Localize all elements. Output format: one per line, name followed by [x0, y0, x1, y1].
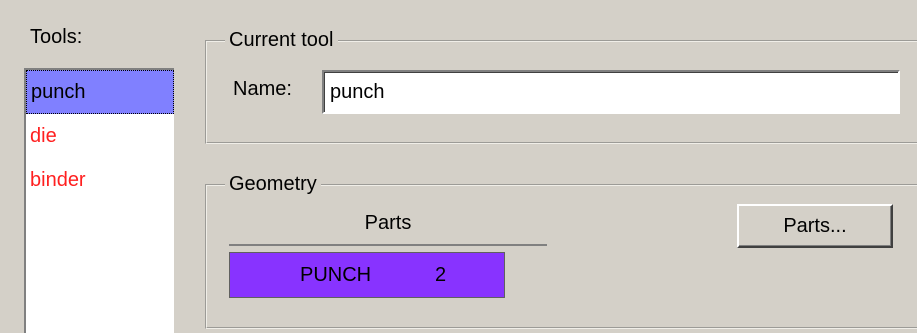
tools-item-binder[interactable]: binder	[26, 158, 174, 202]
tools-item-die[interactable]: die	[26, 114, 174, 158]
parts-button[interactable]: Parts...	[737, 204, 893, 248]
name-label: Name:	[233, 78, 292, 100]
tools-list[interactable]: punch die binder	[24, 68, 174, 333]
parts-row[interactable]: PUNCH 2	[229, 252, 505, 298]
tool-dialog: Tools: punch die binder Current tool Nam…	[0, 0, 917, 333]
geometry-title: Geometry	[225, 173, 321, 196]
tools-item-punch[interactable]: punch	[26, 70, 174, 114]
current-tool-group: Current tool Name:	[205, 29, 917, 144]
geometry-group: Geometry Parts PUNCH 2 Parts...	[205, 173, 917, 329]
tools-label: Tools:	[30, 26, 83, 48]
part-count: 2	[435, 264, 447, 286]
name-input[interactable]	[322, 70, 900, 114]
part-name: PUNCH	[300, 264, 372, 286]
parts-column-header: Parts	[229, 212, 547, 246]
current-tool-title: Current tool	[225, 29, 338, 52]
